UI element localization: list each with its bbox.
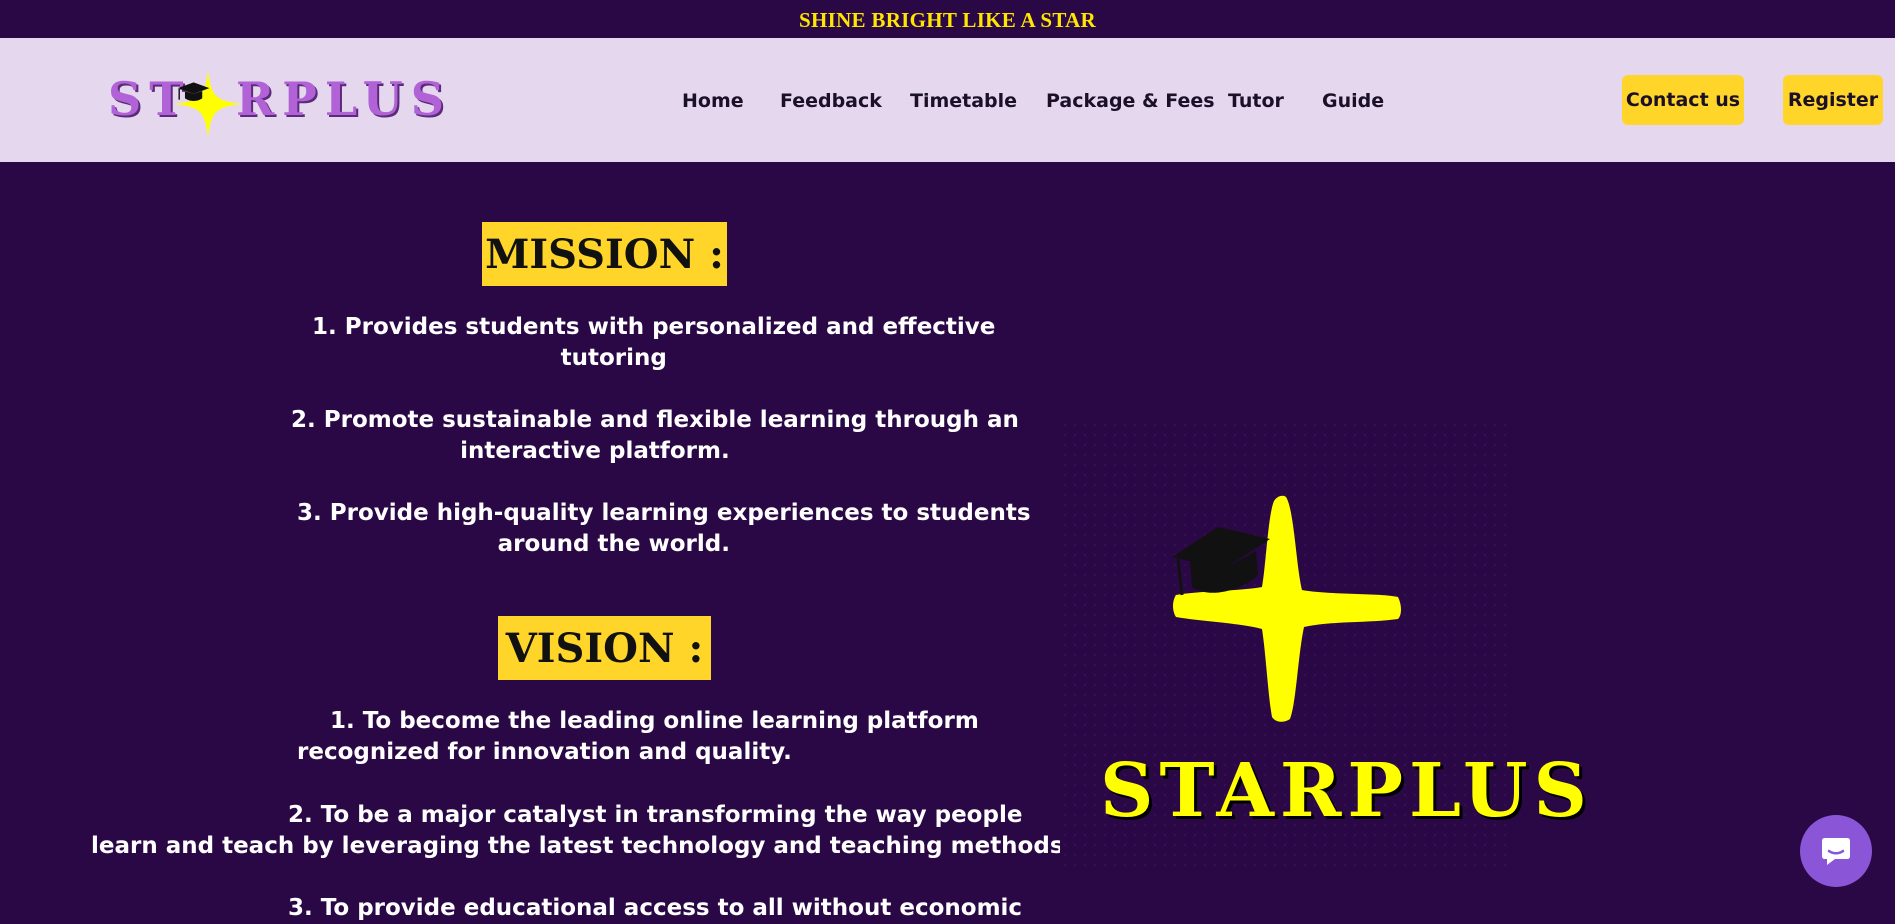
mission-item-2-line1: 2. Promote sustainable and flexible lear… (291, 407, 1019, 433)
nav-guide[interactable]: Guide (1322, 90, 1384, 112)
mission-title: MISSION : (482, 222, 727, 286)
chat-bubble-icon (1822, 838, 1850, 865)
banner-text: SHINE BRIGHT LIKE A STAR (798, 8, 1097, 32)
vision-item-1: 1. To become the leading online learning… (297, 706, 979, 768)
star-with-graduation-cap-icon (1172, 495, 1401, 722)
vision-item-2: 2. To be a major catalyst in transformin… (91, 800, 1072, 862)
mission-item-3: 3. Provide high-quality learning experie… (297, 498, 1031, 560)
nav-home[interactable]: Home (682, 90, 744, 112)
vision-item-1-line1: 1. To become the leading online learning… (330, 708, 979, 734)
vision-item-3: 3. To provide educational access to all … (288, 893, 1022, 924)
mission-item-1-line2: tutoring (560, 345, 667, 371)
chat-widget-button[interactable] (1800, 815, 1872, 887)
vision-item-1-line2: recognized for innovation and quality. (297, 739, 792, 765)
vision-item-3-line1: 3. To provide educational access to all … (288, 895, 1023, 921)
vision-item-2-line2: learn and teach by leveraging the latest… (91, 833, 1073, 859)
mission-item-3-line2: around the world. (497, 531, 730, 557)
vision-item-2-line1: 2. To be a major catalyst in transformin… (288, 802, 1023, 828)
star-with-graduation-cap-icon (174, 70, 242, 138)
nav-tutor[interactable]: Tutor (1228, 90, 1284, 112)
nav-package-fees[interactable]: Package & Fees (1046, 90, 1215, 112)
mission-item-2: 2. Promote sustainable and flexible lear… (291, 405, 1019, 467)
contact-us-button[interactable]: Contact us (1622, 75, 1744, 125)
nav-feedback[interactable]: Feedback (780, 90, 882, 112)
site-header: ST RPLUS Home Feedback Timetable Package… (0, 38, 1895, 162)
nav-timetable[interactable]: Timetable (910, 90, 1017, 112)
register-button[interactable]: Register (1783, 75, 1883, 125)
top-banner: SHINE BRIGHT LIKE A STAR (0, 0, 1895, 38)
logo-text-right: RPLUS (236, 72, 452, 126)
site-logo[interactable]: ST RPLUS (108, 64, 444, 144)
vision-title: VISION : (498, 616, 711, 680)
mission-item-1-line1: 1. Provides students with personalized a… (312, 314, 996, 340)
mission-item-3-line1: 3. Provide high-quality learning experie… (297, 500, 1031, 526)
hero-logo-text: STARPLUS (1100, 748, 1593, 834)
mission-item-2-line2: interactive platform. (460, 438, 730, 464)
mission-item-1: 1. Provides students with personalized a… (312, 312, 995, 374)
